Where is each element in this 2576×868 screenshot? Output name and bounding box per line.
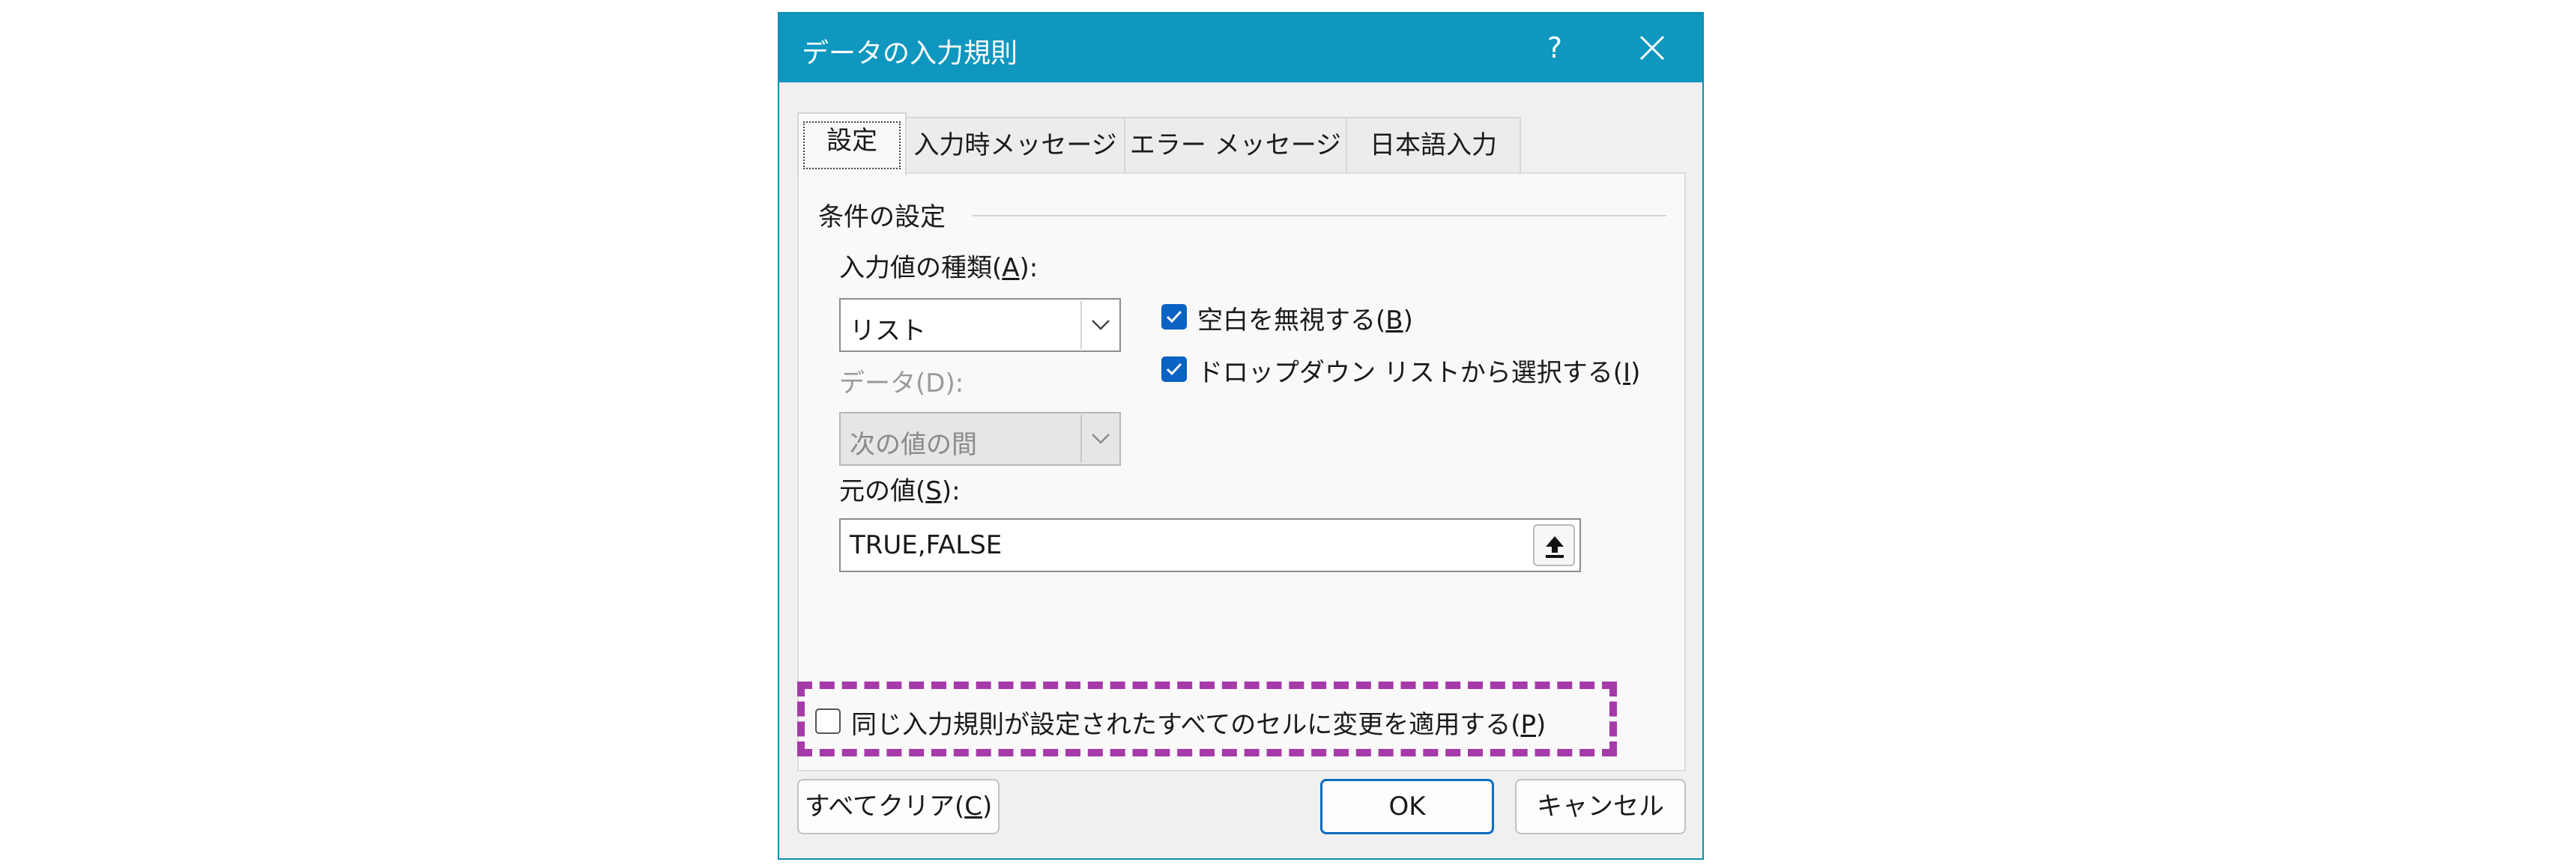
- collapse-dialog-button[interactable]: [1533, 524, 1575, 566]
- data-label: データ(D):: [839, 368, 964, 398]
- help-button[interactable]: ?: [1521, 27, 1588, 69]
- tab-input-message[interactable]: 入力時メッセージ: [905, 117, 1125, 174]
- checkbox-checked[interactable]: [1161, 304, 1187, 330]
- tab-label: 入力時メッセージ: [913, 130, 1117, 160]
- checkmark-icon: [1166, 362, 1182, 376]
- dropdown-button: [1080, 415, 1118, 463]
- title-bar: データの入力規則 ?: [779, 13, 1702, 82]
- dropdown-button[interactable]: [1080, 301, 1118, 349]
- ignore-blank-label: 空白を無視する(B): [1197, 306, 1413, 336]
- tab-error-alert[interactable]: エラー メッセージ: [1124, 117, 1347, 174]
- tab-ime-mode[interactable]: 日本語入力: [1346, 117, 1521, 174]
- group-label: 条件の設定: [818, 202, 946, 232]
- data-dropdown: 次の値の間: [839, 412, 1121, 466]
- chevron-down-icon: [1092, 434, 1110, 444]
- allow-label: 入力値の種類(A):: [839, 253, 1038, 283]
- allow-value: リスト: [850, 316, 926, 346]
- in-cell-dropdown-label: ドロップダウン リストから選択する(I): [1197, 358, 1641, 388]
- tab-label: 設定: [826, 126, 877, 156]
- allow-dropdown[interactable]: リスト: [839, 298, 1121, 352]
- cancel-button[interactable]: キャンセル: [1515, 779, 1686, 834]
- checkbox-checked[interactable]: [1161, 356, 1187, 382]
- checkmark-icon: [1166, 310, 1182, 324]
- tab-label: 日本語入力: [1370, 130, 1497, 160]
- tab-settings[interactable]: 設定: [797, 112, 907, 175]
- close-button[interactable]: [1618, 24, 1686, 72]
- data-value: 次の値の間: [850, 430, 977, 460]
- tab-label: エラー メッセージ: [1129, 130, 1342, 160]
- source-value: TRUE,FALSE: [850, 530, 1003, 560]
- highlight-annotation: [797, 682, 1617, 756]
- chevron-down-icon: [1092, 320, 1110, 330]
- group-divider: [973, 215, 1666, 216]
- close-icon: [1639, 35, 1665, 61]
- ok-button[interactable]: OK: [1320, 779, 1494, 834]
- clear-all-button[interactable]: すべてクリア(C): [797, 779, 1000, 834]
- source-input[interactable]: TRUE,FALSE: [839, 518, 1581, 572]
- source-label: 元の値(S):: [839, 476, 961, 506]
- dialog-title: データの入力規則: [802, 38, 1018, 69]
- upload-arrow-icon: [1546, 536, 1564, 558]
